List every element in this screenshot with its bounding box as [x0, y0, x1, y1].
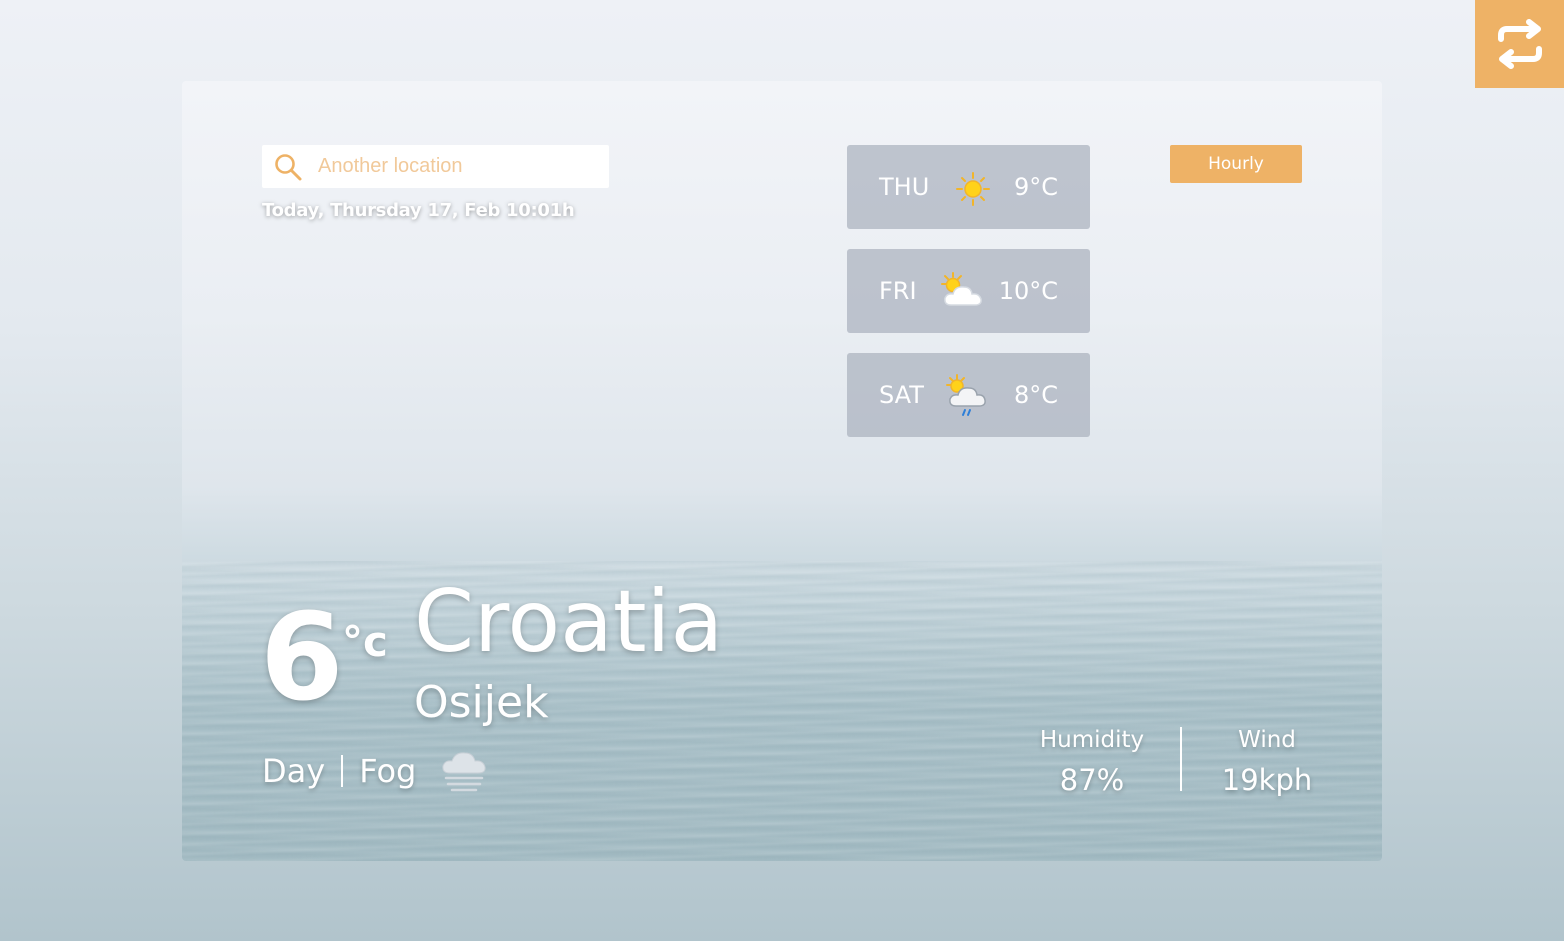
forecast-day-label: SAT: [879, 381, 924, 409]
wind-stat: Wind 19kph: [1202, 727, 1332, 797]
temperature-unit: °c: [342, 617, 388, 666]
sun-cloud-rain-icon: [946, 374, 986, 416]
forecast-day-label: FRI: [879, 277, 917, 305]
fog-icon: [442, 752, 486, 792]
sea-background: [182, 561, 1382, 861]
condition-divider: [341, 755, 344, 787]
condition-text: Fog: [359, 752, 417, 790]
swap-arrows-icon: [1497, 19, 1542, 69]
forecast-day-thu[interactable]: THU 9°C: [847, 145, 1090, 229]
condition-row: Day Fog: [262, 747, 490, 795]
swap-button[interactable]: [1475, 0, 1564, 88]
partly-cloudy-icon: [941, 272, 982, 306]
humidity-stat: Humidity 87%: [1032, 727, 1152, 797]
stats-divider: [1180, 727, 1182, 791]
forecast-temp: 10°C: [998, 277, 1058, 305]
forecast-temp: 8°C: [1013, 381, 1058, 409]
day-period: Day: [262, 752, 326, 790]
forecast-day-sat[interactable]: SAT 8°C: [847, 353, 1090, 437]
hourly-button[interactable]: Hourly: [1170, 145, 1302, 183]
humidity-label: Humidity: [1039, 727, 1145, 753]
current-date: Today, Thursday 17, Feb 10:01h: [262, 200, 575, 221]
search-box[interactable]: [262, 145, 609, 188]
current-temperature: 6: [260, 589, 343, 728]
forecast-day-label: THU: [879, 173, 930, 201]
forecast-day-fri[interactable]: FRI 10°C: [847, 249, 1090, 333]
wind-value: 19kph: [1221, 763, 1313, 797]
forecast-temp: 9°C: [1013, 173, 1058, 201]
search-input[interactable]: [316, 154, 600, 179]
weather-stats: Humidity 87% Wind 19kph: [1032, 727, 1312, 797]
wind-label: Wind: [1238, 727, 1296, 753]
humidity-value: 87%: [1059, 763, 1125, 797]
sun-icon: [956, 172, 990, 206]
search-icon[interactable]: [272, 151, 304, 183]
country-name: Croatia: [414, 572, 724, 672]
weather-card: Today, Thursday 17, Feb 10:01h THU 9°C F…: [182, 81, 1382, 861]
city-name: Osijek: [414, 677, 549, 728]
